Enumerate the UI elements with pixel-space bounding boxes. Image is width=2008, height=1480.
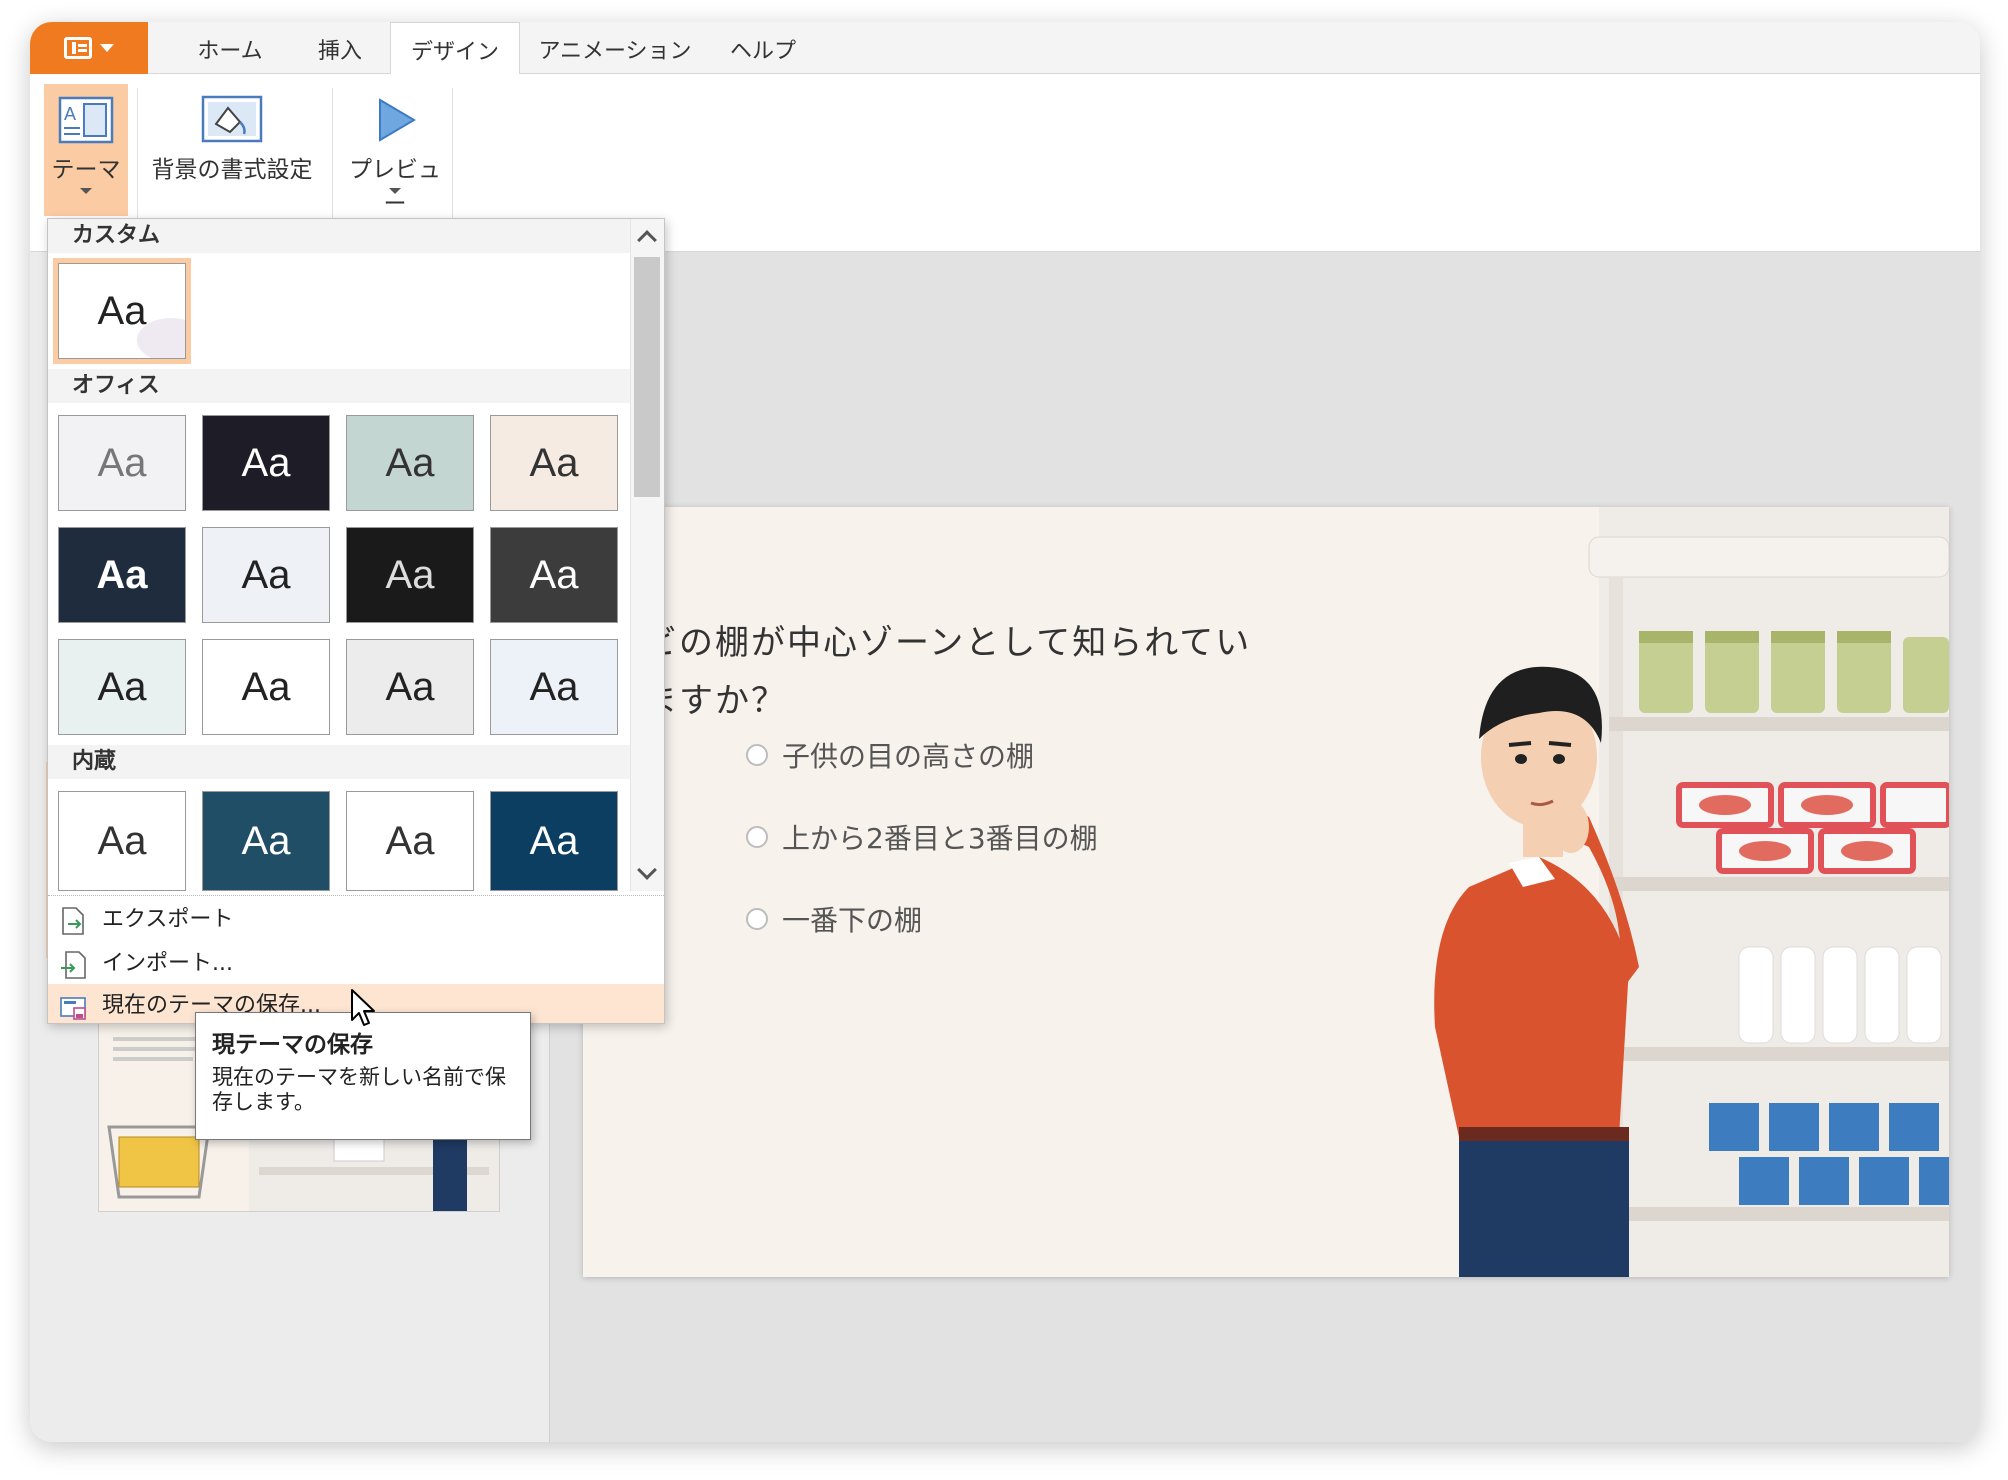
theme-tile-label: Aa: [385, 818, 435, 863]
theme-tile-label: Aa: [529, 818, 579, 863]
tab-animation[interactable]: アニメーション: [530, 22, 700, 74]
theme-tile-office-1[interactable]: Aa: [58, 415, 186, 511]
answer-option-2[interactable]: 上から2番目と3番目の棚: [746, 817, 1098, 857]
chevron-down-icon: [100, 44, 114, 52]
answer-option-3-label: 一番下の棚: [782, 904, 923, 937]
theme-tile-label: Aa: [529, 552, 579, 597]
slide-canvas[interactable]: ビの棚が中心ゾーンとして知られてい ますか？ 子供の目の高さの棚 上から2番目と…: [583, 507, 1949, 1277]
theme-tile-label: Aa: [385, 552, 435, 597]
tooltip-title: 現テーマの保存: [212, 1032, 373, 1058]
shopper-illustration: [1434, 507, 1949, 1277]
tab-design[interactable]: デザイン: [390, 22, 520, 75]
theme-tile-label: Aa: [529, 440, 579, 485]
preview-button[interactable]: プレビュー: [338, 84, 452, 217]
app-window: ホーム 挿入 デザイン アニメーション ヘルプ A テーマ 背景の書式設定 プレ…: [30, 22, 1980, 1442]
ribbon-separator: [452, 88, 453, 218]
tooltip-body: 現在のテーマを新しい名前で保存します。: [212, 1065, 506, 1114]
background-format-icon: [201, 95, 263, 143]
export-menu-item[interactable]: エクスポート: [48, 898, 664, 942]
import-icon: [61, 951, 86, 979]
theme-tile-office-5[interactable]: Aa: [58, 527, 186, 623]
import-menu-item[interactable]: インポート...: [48, 942, 664, 986]
theme-tile-office-3[interactable]: Aa: [346, 415, 474, 511]
radio-icon: [746, 744, 768, 766]
theme-tile-label: Aa: [385, 440, 435, 485]
answer-option-1[interactable]: 子供の目の高さの棚: [746, 735, 1034, 775]
ribbon-separator: [137, 88, 138, 218]
chevron-down-icon: [80, 188, 92, 194]
save-theme-tooltip: 現テーマの保存 現在のテーマを新しい名前で保存します。: [195, 1012, 531, 1140]
theme-tile-label: Aa: [385, 664, 435, 709]
theme-tile-office-6[interactable]: Aa: [202, 527, 330, 623]
theme-icon: A: [58, 96, 114, 144]
theme-tile-office-10[interactable]: Aa: [202, 639, 330, 735]
theme-tile-label: Aa: [97, 288, 147, 333]
radio-icon: [746, 826, 768, 848]
svg-text:A: A: [64, 104, 76, 124]
gallery-scrollbar[interactable]: [630, 219, 664, 891]
theme-tile-office-4[interactable]: Aa: [490, 415, 618, 511]
theme-tile-custom-1[interactable]: Aa: [53, 258, 191, 364]
section-custom: カスタム: [48, 219, 630, 253]
theme-tile-label: Aa: [241, 552, 291, 597]
app-menu-button[interactable]: [30, 22, 148, 74]
scrollbar-thumb[interactable]: [634, 257, 660, 497]
background-format-label: 背景の書式設定: [151, 157, 313, 183]
theme-tile-label: Aa: [241, 664, 291, 709]
ribbon-tab-strip: ホーム 挿入 デザイン アニメーション ヘルプ: [30, 22, 1980, 75]
export-icon: [62, 907, 84, 935]
play-icon: [379, 98, 416, 142]
section-office: オフィス: [48, 369, 630, 403]
theme-tile-office-2[interactable]: Aa: [202, 415, 330, 511]
theme-tile-label: Aa: [241, 818, 291, 863]
background-format-button[interactable]: 背景の書式設定: [142, 84, 322, 216]
tab-insert[interactable]: 挿入: [292, 22, 388, 74]
answer-option-3[interactable]: 一番下の棚: [746, 899, 922, 939]
theme-tile-builtin-3[interactable]: Aa: [346, 791, 474, 891]
chevron-down-icon: [389, 188, 401, 194]
tab-help[interactable]: ヘルプ: [708, 22, 818, 74]
theme-tile-office-7[interactable]: Aa: [346, 527, 474, 623]
save-theme-icon: [60, 997, 86, 1020]
app-menu-icon: [64, 37, 92, 59]
theme-tile-office-8[interactable]: Aa: [490, 527, 618, 623]
theme-tile-office-12[interactable]: Aa: [490, 639, 618, 735]
theme-tile-label: Aa: [96, 552, 148, 597]
section-builtin: 内蔵: [48, 745, 630, 779]
theme-tile-label: Aa: [97, 818, 147, 863]
theme-tile-builtin-2[interactable]: Aa: [202, 791, 330, 891]
theme-tile-builtin-4[interactable]: Aa: [490, 791, 618, 891]
theme-tile-label: Aa: [529, 664, 579, 709]
theme-tile-label: Aa: [241, 440, 291, 485]
theme-tile-office-9[interactable]: Aa: [58, 639, 186, 735]
import-label: インポート...: [102, 951, 233, 976]
theme-tile-builtin-1[interactable]: Aa: [58, 791, 186, 891]
tab-home[interactable]: ホーム: [170, 22, 290, 74]
theme-tile-label: Aa: [97, 440, 147, 485]
export-label: エクスポート: [102, 907, 234, 932]
theme-gallery-dropdown: カスタム Aa オフィス Aa Aa Aa Aa Aa Aa Aa Aa Aa …: [47, 218, 665, 1024]
preview-label: プレビュー: [349, 157, 441, 217]
mouse-cursor-icon: [351, 989, 375, 1026]
chevron-down-icon[interactable]: [637, 860, 657, 880]
theme-tile-office-11[interactable]: Aa: [346, 639, 474, 735]
answer-option-1-label: 子供の目の高さの棚: [782, 740, 1035, 773]
ribbon-separator: [332, 88, 333, 218]
theme-button-label: テーマ: [51, 157, 121, 183]
answer-option-2-label: 上から2番目と3番目の棚: [782, 822, 1098, 855]
chevron-up-icon[interactable]: [637, 230, 657, 250]
question-line-1: ビの棚が中心ゾーンとして知られてい: [643, 623, 1252, 663]
theme-button[interactable]: A テーマ: [44, 84, 128, 216]
radio-icon: [746, 908, 768, 930]
theme-tile-label: Aa: [97, 664, 147, 709]
